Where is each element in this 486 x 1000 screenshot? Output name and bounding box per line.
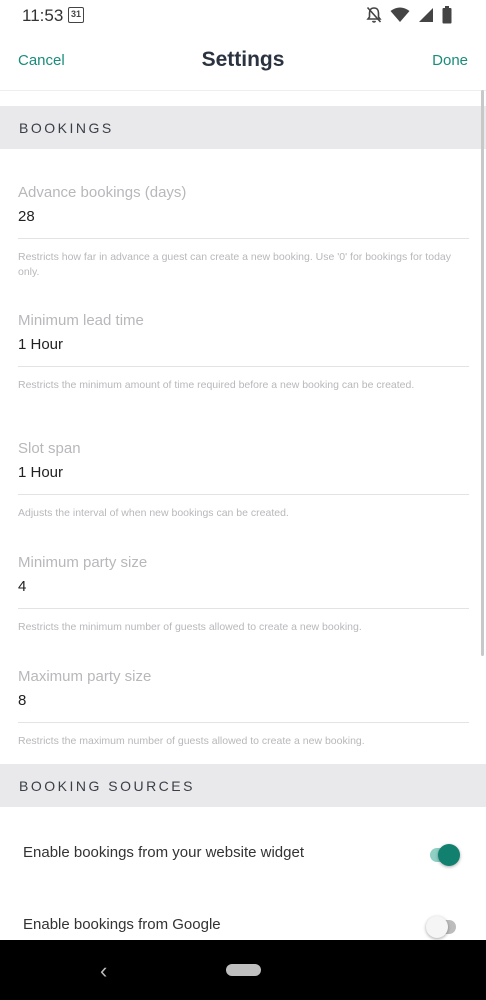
field-label: Advance bookings (days)	[18, 184, 187, 201]
scrollbar[interactable]	[481, 90, 484, 656]
field-help: Restricts the maximum number of guests a…	[18, 735, 365, 747]
section-header-bookings: BOOKINGS	[0, 106, 486, 149]
settings-content[interactable]: BOOKINGS Advance bookings (days) 28 Rest…	[0, 90, 486, 940]
field-label: Minimum lead time	[18, 312, 144, 329]
field-minimum-lead-time[interactable]: Minimum lead time 1 Hour Restricts the m…	[18, 312, 469, 393]
back-icon[interactable]: ‹	[100, 958, 107, 984]
field-advance-bookings[interactable]: Advance bookings (days) 28 Restricts how…	[18, 184, 469, 280]
app-header: Cancel Settings Done	[0, 32, 486, 91]
home-pill[interactable]	[226, 964, 261, 976]
maximum-party-size-input[interactable]: 8	[18, 692, 469, 712]
toggle-row-website-widget[interactable]: Enable bookings from your website widget	[0, 824, 486, 882]
divider	[18, 608, 469, 609]
status-bar: 11:53 31	[0, 0, 486, 32]
toggle-label: Enable bookings from Google	[23, 916, 221, 933]
google-toggle[interactable]	[426, 916, 456, 938]
advance-bookings-input[interactable]: 28	[18, 208, 469, 228]
field-label: Maximum party size	[18, 668, 152, 685]
field-maximum-party-size[interactable]: Maximum party size 8 Restricts the maxim…	[18, 668, 469, 749]
calendar-icon: 31	[68, 7, 84, 23]
toggle-knob	[426, 916, 448, 938]
field-minimum-party-size[interactable]: Minimum party size 4 Restricts the minim…	[18, 554, 469, 635]
section-title: BOOKING SOURCES	[19, 778, 195, 794]
divider	[18, 494, 469, 495]
minimum-lead-time-select[interactable]: 1 Hour	[18, 336, 469, 356]
field-help: Restricts how far in advance a guest can…	[18, 251, 451, 278]
status-time: 11:53	[22, 6, 64, 25]
done-button[interactable]: Done	[432, 52, 468, 69]
field-label: Slot span	[18, 440, 81, 457]
system-nav-bar: ‹	[0, 940, 486, 1000]
divider	[18, 366, 469, 367]
divider	[18, 238, 469, 239]
wifi-icon	[390, 7, 410, 22]
field-label: Minimum party size	[18, 554, 148, 571]
page-title: Settings	[201, 48, 285, 71]
field-help: Adjusts the interval of when new booking…	[18, 507, 289, 519]
field-help: Restricts the minimum amount of time req…	[18, 379, 415, 391]
toggle-knob	[438, 844, 460, 866]
toggle-label: Enable bookings from your website widget	[23, 844, 304, 861]
battery-icon	[442, 6, 452, 24]
minimum-party-size-input[interactable]: 4	[18, 578, 469, 598]
signal-icon	[419, 8, 433, 22]
notifications-off-icon	[366, 6, 382, 23]
section-title: BOOKINGS	[19, 120, 114, 136]
toggle-row-google[interactable]: Enable bookings from Google	[0, 896, 486, 940]
section-header-booking-sources: BOOKING SOURCES	[0, 764, 486, 807]
slot-span-select[interactable]: 1 Hour	[18, 464, 469, 484]
divider	[18, 722, 469, 723]
field-slot-span[interactable]: Slot span 1 Hour Adjusts the interval of…	[18, 440, 469, 521]
field-help: Restricts the minimum number of guests a…	[18, 621, 362, 633]
website-widget-toggle[interactable]	[430, 844, 460, 866]
